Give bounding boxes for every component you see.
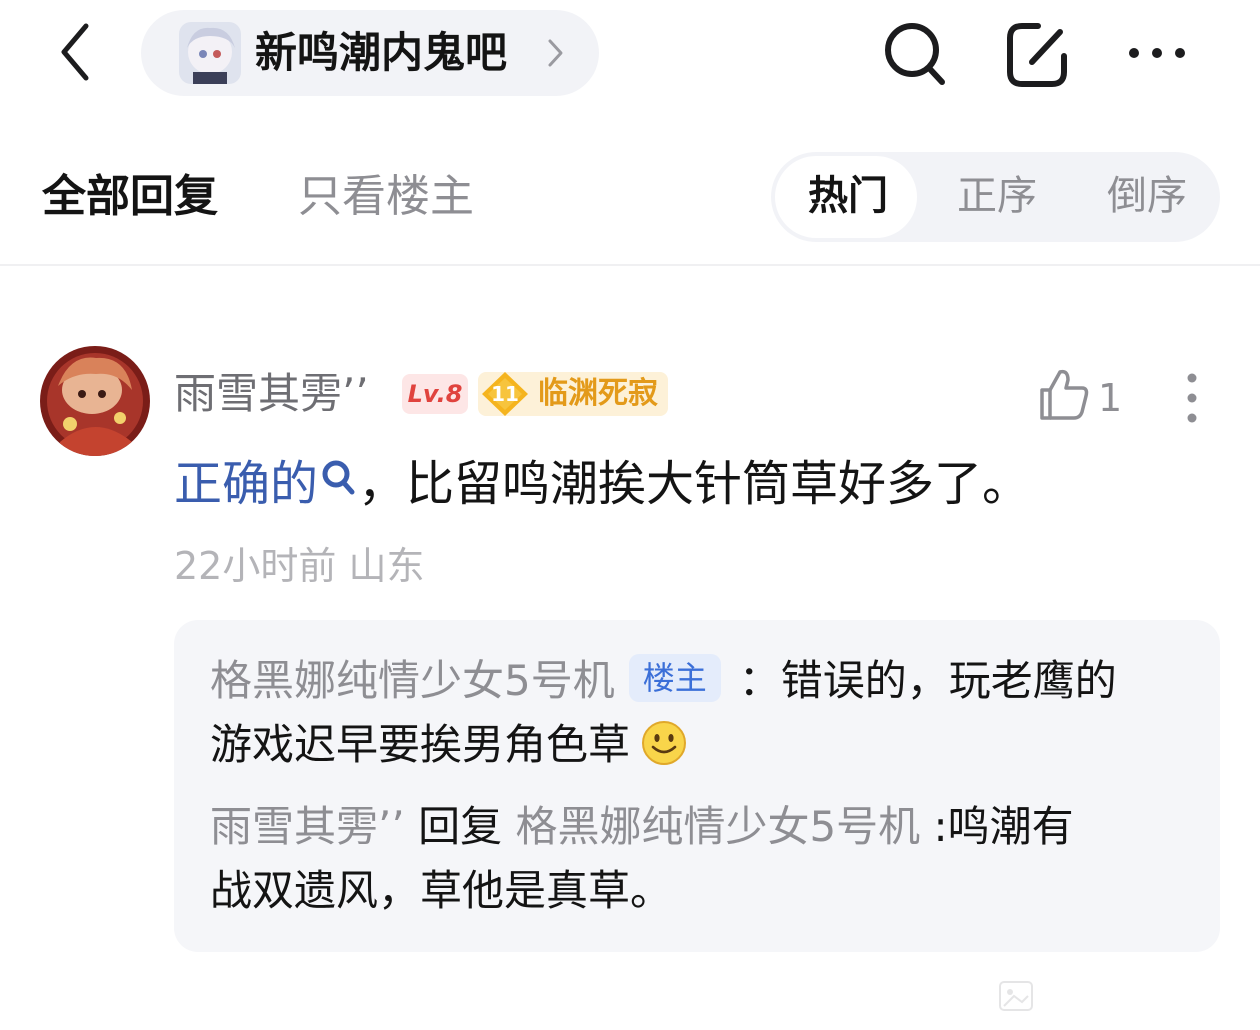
rank-title: 临渊死寂 xyxy=(538,376,658,411)
reply-keyword: 回复 xyxy=(418,802,503,851)
comment-body: 正确的 ，比留鸣潮挨大针筒草好多了。 xyxy=(174,454,1030,514)
avatar[interactable] xyxy=(40,346,150,456)
sort-hot-label: 热门 xyxy=(808,173,888,219)
sort-desc-button[interactable]: 倒序 xyxy=(1107,173,1187,219)
thumbs-up-icon xyxy=(1040,369,1089,420)
forum-entry-button[interactable]: 新鸣潮内鬼吧 xyxy=(141,10,599,96)
more-options-button[interactable] xyxy=(1124,30,1190,76)
chevron-right-icon xyxy=(545,37,567,69)
top-nav-bar: 新鸣潮内鬼吧 xyxy=(0,0,1260,108)
reply-list[interactable]: 格黑娜纯情少女5号机 楼主 ：错误的，玩老鹰的 游戏迟早要挨男角色草 雨雪其雱’’ … xyxy=(174,620,1220,952)
edit-icon xyxy=(1007,23,1067,87)
reply-text: ：错误的，玩老鹰的 xyxy=(738,656,1117,705)
reply-item-2-line-2: 战双遗风，草他是真草。 xyxy=(210,860,672,922)
reply-text: 游戏迟早要挨男角色草 xyxy=(210,720,631,769)
comment-time: 22小时前 xyxy=(174,544,337,588)
search-icon xyxy=(885,23,945,85)
comment-more-button[interactable] xyxy=(1176,370,1208,426)
comment-item: 雨雪其雱’’ Lv.8 11 临渊死寂 1 正确的 ，比留鸣潮挨大针筒草好多了。… xyxy=(0,266,1260,1030)
sort-switch: 热门 正序 倒序 xyxy=(771,152,1220,242)
reply-filter-bar: 全部回复 只看楼主 热门 正序 倒序 xyxy=(0,130,1260,264)
reply-item-1-line-1: 格黑娜纯情少女5号机 楼主 ：错误的，玩老鹰的 xyxy=(210,650,1117,712)
more-horizontal-icon xyxy=(1129,48,1185,58)
like-button[interactable]: 1 xyxy=(1038,366,1128,426)
comment-author[interactable]: 雨雪其雱’’ xyxy=(174,369,369,419)
search-button[interactable] xyxy=(882,18,948,90)
reply-text: 战双遗风，草他是真草。 xyxy=(210,866,673,915)
reply-item-1-line-2: 游戏迟早要挨男角色草 xyxy=(210,714,688,776)
comment-location: 山东 xyxy=(348,544,425,588)
sort-hot-button[interactable]: 热门 xyxy=(775,156,917,238)
rank-number: 11 xyxy=(491,382,519,406)
search-icon[interactable] xyxy=(318,458,358,504)
reply-text: :鸣潮有 xyxy=(933,802,1074,851)
rank-badge: 11 临渊死寂 xyxy=(478,372,668,416)
smile-emoji-icon xyxy=(640,719,688,767)
forum-name: 新鸣潮内鬼吧 xyxy=(255,28,508,77)
reply-target[interactable]: 格黑娜纯情少女5号机 xyxy=(515,802,920,851)
op-tag: 楼主 xyxy=(628,654,721,702)
tab-all-replies[interactable]: 全部回复 xyxy=(42,172,218,222)
like-count: 1 xyxy=(1098,376,1123,420)
image-icon xyxy=(996,976,1036,1016)
reply-author[interactable]: 雨雪其雱’’ xyxy=(210,802,405,851)
comment-meta: 22小时前 山东 xyxy=(174,542,424,590)
tab-op-only[interactable]: 只看楼主 xyxy=(298,172,474,222)
comment-text: ，比留鸣潮挨大针筒草好多了。 xyxy=(358,456,1031,512)
back-button[interactable] xyxy=(50,20,102,84)
forum-avatar xyxy=(179,22,241,84)
keyword-link[interactable]: 正确的 xyxy=(174,456,318,512)
reply-item-2-line-1: 雨雪其雱’’ 回复 格黑娜纯情少女5号机 :鸣潮有 xyxy=(210,796,1074,858)
reply-author[interactable]: 格黑娜纯情少女5号机 xyxy=(210,656,615,705)
more-vertical-icon xyxy=(1187,373,1197,423)
chevron-left-icon xyxy=(61,23,89,81)
edit-button[interactable] xyxy=(1004,18,1070,90)
post-detail-page: 新鸣潮内鬼吧 全部回复 只看楼主 热门 正序 倒序 雨雪其雱’’ Lv.8 11… xyxy=(0,0,1260,1030)
sort-asc-button[interactable]: 正序 xyxy=(957,173,1037,219)
level-badge: Lv.8 xyxy=(402,374,468,414)
